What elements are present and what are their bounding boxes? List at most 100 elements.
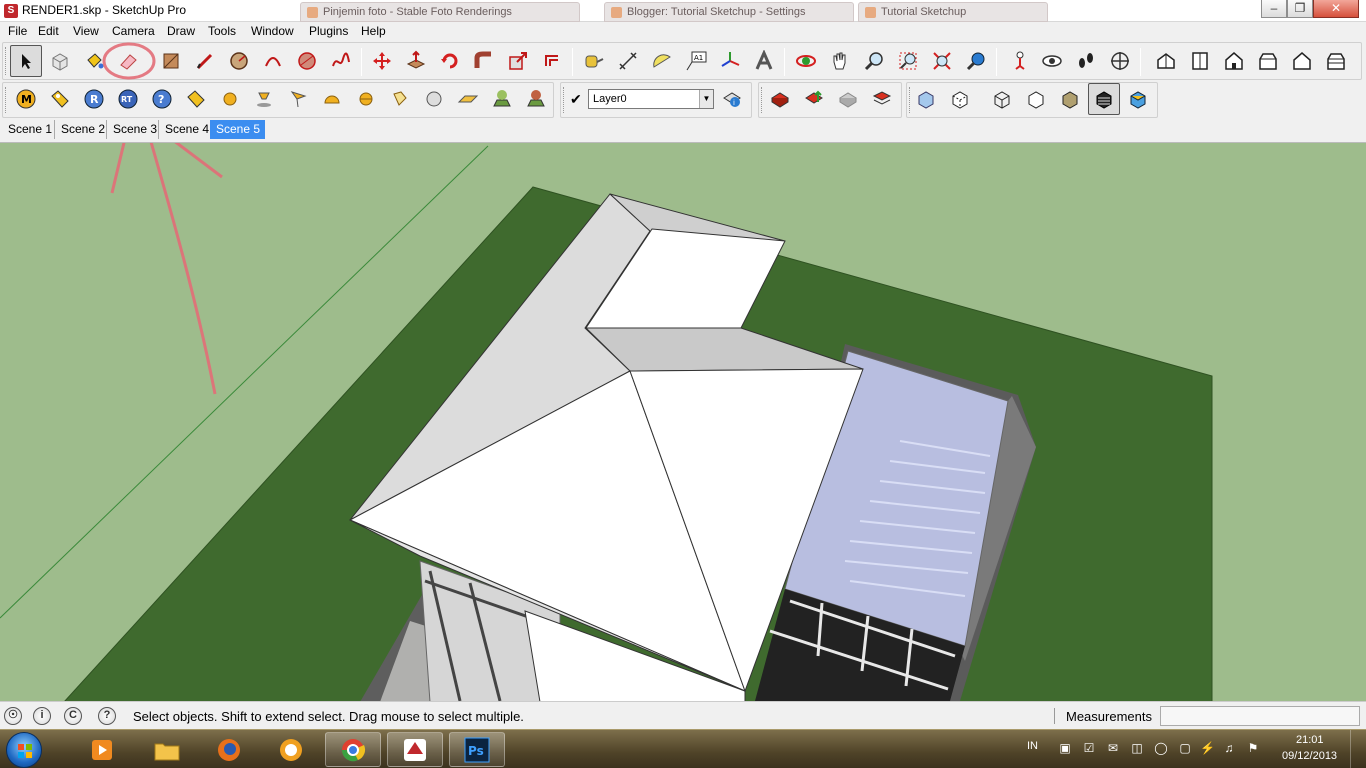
polygon-tool-button[interactable] bbox=[291, 45, 323, 77]
component-b-button[interactable] bbox=[798, 83, 830, 115]
taskbar-media-player[interactable] bbox=[74, 732, 130, 767]
menu-tools[interactable]: Tools bbox=[208, 24, 236, 38]
model-viewport[interactable] bbox=[0, 142, 1366, 701]
section-plane-button[interactable] bbox=[1104, 45, 1136, 77]
circle-tool-button[interactable] bbox=[223, 45, 255, 77]
taskbar-orb-app[interactable] bbox=[263, 732, 319, 767]
menu-draw[interactable]: Draw bbox=[167, 24, 195, 38]
plugin-r-button[interactable]: R bbox=[78, 83, 110, 115]
3d-text-button[interactable] bbox=[748, 45, 780, 77]
plugin-spotlight-button[interactable] bbox=[248, 83, 280, 115]
measurements-input[interactable] bbox=[1160, 706, 1360, 726]
tray-power-icon[interactable]: ⚡ bbox=[1200, 742, 1215, 755]
orbit-tool-button[interactable] bbox=[790, 45, 822, 77]
look-around-button[interactable] bbox=[1036, 45, 1068, 77]
view-top-button[interactable] bbox=[1184, 45, 1216, 77]
taskbar-photoshop[interactable]: Ps bbox=[449, 732, 505, 767]
taskbar-explorer[interactable] bbox=[139, 732, 195, 767]
arc-tool-button[interactable] bbox=[257, 45, 289, 77]
tray-language[interactable]: IN bbox=[1027, 740, 1038, 752]
zoom-tool-button[interactable] bbox=[858, 45, 890, 77]
minimize-button[interactable]: – bbox=[1261, 0, 1287, 18]
protractor-button[interactable] bbox=[646, 45, 678, 77]
plugin-tag-button[interactable] bbox=[44, 83, 76, 115]
component-a-button[interactable] bbox=[764, 83, 796, 115]
taskbar-chrome[interactable] bbox=[325, 732, 381, 767]
push-pull-tool-button[interactable] bbox=[400, 45, 432, 77]
layer-dropdown[interactable]: Layer0 ▼ bbox=[588, 89, 714, 109]
hidden-line-button[interactable] bbox=[1020, 83, 1052, 115]
menu-camera[interactable]: Camera bbox=[112, 24, 155, 38]
tray-check-icon[interactable]: ☑ bbox=[1082, 742, 1096, 755]
tray-display-icon[interactable]: ▢ bbox=[1178, 742, 1192, 755]
credits-icon[interactable]: i bbox=[33, 707, 51, 725]
plugin-omni-button[interactable] bbox=[350, 83, 382, 115]
start-button[interactable] bbox=[6, 732, 42, 768]
make-component-button[interactable] bbox=[44, 45, 76, 77]
background-tab-1[interactable]: Pinjemin foto - Stable Foto Renderings bbox=[300, 2, 580, 22]
plugin-flag-button[interactable] bbox=[282, 83, 314, 115]
maximize-button[interactable]: ❐ bbox=[1287, 0, 1313, 18]
plugin-sphere-button[interactable] bbox=[214, 83, 246, 115]
view-right-button[interactable] bbox=[1252, 45, 1284, 77]
dimension-tool-button[interactable] bbox=[612, 45, 644, 77]
layer-manager-button[interactable]: i bbox=[716, 83, 748, 115]
view-iso-button[interactable] bbox=[1150, 45, 1182, 77]
shaded-button[interactable] bbox=[1054, 83, 1086, 115]
plugin-help-button[interactable]: ? bbox=[146, 83, 178, 115]
walk-button[interactable] bbox=[1070, 45, 1102, 77]
scene-tab-2[interactable]: Scene 2 bbox=[54, 120, 110, 139]
plugin-proxy-button[interactable] bbox=[486, 83, 518, 115]
offset-tool-button[interactable] bbox=[536, 45, 568, 77]
scene-tab-1[interactable]: Scene 1 bbox=[2, 120, 57, 139]
plugin-plane-button[interactable] bbox=[452, 83, 484, 115]
plugin-m-button[interactable]: M bbox=[10, 83, 42, 115]
scale-tool-button[interactable] bbox=[502, 45, 534, 77]
sketchup-app-icon[interactable]: S bbox=[4, 4, 18, 18]
taskbar-sketchup[interactable] bbox=[387, 732, 443, 767]
tray-mail-icon[interactable]: ✉ bbox=[1106, 742, 1120, 755]
view-back-button[interactable] bbox=[1286, 45, 1318, 77]
toolbar-grip[interactable] bbox=[5, 87, 8, 113]
scene-tab-5[interactable]: Scene 5 bbox=[210, 120, 266, 139]
tray-app-icon[interactable]: ▣ bbox=[1058, 742, 1072, 755]
position-camera-button[interactable] bbox=[1004, 45, 1036, 77]
plugin-label-button[interactable] bbox=[180, 83, 212, 115]
menu-help[interactable]: Help bbox=[361, 24, 386, 38]
clock-time[interactable]: 21:01 bbox=[1296, 734, 1324, 746]
clock-date[interactable]: 09/12/2013 bbox=[1282, 750, 1337, 762]
view-front-button[interactable] bbox=[1218, 45, 1250, 77]
line-tool-button[interactable] bbox=[189, 45, 221, 77]
plugin-rt-button[interactable]: RT bbox=[112, 83, 144, 115]
scene-tab-3[interactable]: Scene 3 bbox=[106, 120, 162, 139]
house-model-scene[interactable] bbox=[0, 143, 1366, 701]
plugin-ball-button[interactable] bbox=[418, 83, 450, 115]
component-d-button[interactable] bbox=[866, 83, 898, 115]
menu-plugins[interactable]: Plugins bbox=[309, 24, 348, 38]
background-tab-2[interactable]: Blogger: Tutorial Sketchup - Settings bbox=[604, 2, 854, 22]
tray-network-icon[interactable]: ◫ bbox=[1130, 742, 1144, 755]
xray-button[interactable] bbox=[910, 83, 942, 115]
instructor-help-icon[interactable]: ? bbox=[98, 707, 116, 725]
menu-window[interactable]: Window bbox=[251, 24, 294, 38]
tray-chat-icon[interactable]: ◯ bbox=[1154, 742, 1168, 755]
follow-me-tool-button[interactable] bbox=[468, 45, 500, 77]
menu-file[interactable]: File bbox=[8, 24, 27, 38]
axes-tool-button[interactable] bbox=[714, 45, 746, 77]
chevron-down-icon[interactable]: ▼ bbox=[699, 90, 713, 108]
component-c-button[interactable] bbox=[832, 83, 864, 115]
taskbar-firefox[interactable] bbox=[201, 732, 257, 767]
pan-tool-button[interactable] bbox=[824, 45, 856, 77]
text-tool-button[interactable]: A1 bbox=[680, 45, 712, 77]
scene-tab-4[interactable]: Scene 4 bbox=[158, 120, 214, 139]
plugin-ies-button[interactable] bbox=[384, 83, 416, 115]
zoom-extents-button[interactable] bbox=[926, 45, 958, 77]
zoom-window-button[interactable] bbox=[892, 45, 924, 77]
back-edges-button[interactable] bbox=[944, 83, 976, 115]
toolbar-grip[interactable] bbox=[5, 47, 8, 75]
select-tool-button[interactable] bbox=[10, 45, 42, 77]
tape-measure-button[interactable] bbox=[578, 45, 610, 77]
close-button[interactable]: ✕ bbox=[1313, 0, 1359, 18]
wireframe-button[interactable] bbox=[986, 83, 1018, 115]
freehand-tool-button[interactable] bbox=[325, 45, 357, 77]
